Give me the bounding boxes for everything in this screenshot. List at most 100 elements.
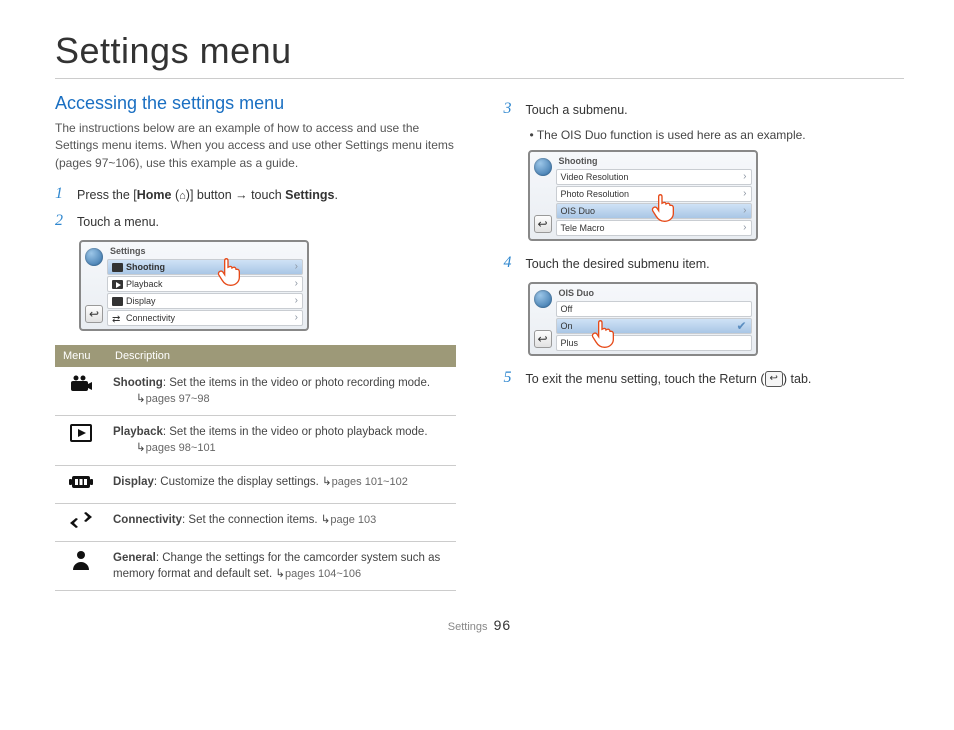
step-text: Touch the desired submenu item. [526, 255, 710, 274]
back-icon[interactable]: ↩ [85, 305, 103, 323]
device-title: Shooting [554, 154, 754, 168]
t: The OIS Duo function is used here as an … [537, 128, 806, 142]
t: . [334, 188, 337, 202]
arrow-hook-icon: ↳ [275, 568, 285, 580]
gear-icon [534, 158, 552, 176]
page-ref: pages 97~98 [146, 393, 210, 405]
step-number: 1 [55, 186, 69, 202]
label: Shooting [126, 262, 165, 272]
submenu-ois-duo[interactable]: OIS Duo › [556, 203, 752, 219]
menu-item-shooting[interactable]: Shooting › [107, 259, 303, 275]
label: Off [561, 304, 573, 314]
page-ref: pages 98~101 [146, 442, 216, 454]
gear-icon [534, 290, 552, 308]
step-number: 2 [55, 213, 69, 229]
play-icon [112, 280, 123, 289]
row-name: Shooting [113, 377, 163, 389]
step-2: 2 Touch a menu. [55, 213, 456, 232]
device-title: Settings [105, 244, 305, 258]
footer-label: Settings [448, 621, 488, 633]
menu-item-connectivity[interactable]: Connectivity › [107, 310, 303, 326]
page-ref: page 103 [330, 514, 376, 526]
person-icon [72, 550, 90, 574]
return-icon: ↩ [765, 371, 783, 387]
row-desc: : Set the items in the video or photo re… [163, 377, 430, 389]
connectivity-icon [112, 314, 123, 323]
page-footer: Settings 96 [55, 617, 904, 633]
option-on[interactable]: On ✔ [556, 318, 752, 334]
submenu-photo-resolution[interactable]: Photo Resolution › [556, 186, 752, 202]
menu-item-playback[interactable]: Playback › [107, 276, 303, 292]
chevron-right-icon: › [295, 261, 298, 272]
chevron-right-icon: › [743, 205, 746, 216]
chevron-right-icon: › [295, 278, 298, 289]
step-3: 3 Touch a submenu. [504, 101, 905, 120]
step-text: Touch a menu. [77, 213, 159, 232]
row-name: General [113, 552, 156, 564]
step-number: 4 [504, 255, 518, 271]
label: Playback [126, 279, 163, 289]
table-row: Playback: Set the items in the video or … [55, 416, 456, 465]
step-5: 5 To exit the menu setting, touch the Re… [504, 370, 905, 389]
chevron-right-icon: › [295, 312, 298, 323]
t: Home [137, 188, 172, 202]
check-icon: ✔ [736, 319, 746, 333]
table-row: General: Change the settings for the cam… [55, 541, 456, 590]
display-icon [69, 474, 93, 494]
label: Display [126, 296, 156, 306]
chevron-right-icon: › [743, 171, 746, 182]
menu-description-table: Menu Description Shooting: Set the items… [55, 345, 456, 592]
page-ref: pages 104~106 [285, 568, 361, 580]
step-3-sub: • The OIS Duo function is used here as a… [530, 128, 905, 142]
table-row: Connectivity: Set the connection items. … [55, 503, 456, 541]
submenu-video-resolution[interactable]: Video Resolution › [556, 169, 752, 185]
gear-icon [85, 248, 103, 266]
arrow-hook-icon: ↳ [322, 476, 332, 488]
menu-item-display[interactable]: Display › [107, 293, 303, 309]
chevron-right-icon: › [295, 295, 298, 306]
row-name: Display [113, 476, 154, 488]
label: On [561, 321, 573, 331]
device-title: OIS Duo [554, 286, 754, 300]
row-desc: : Set the items in the video or photo pl… [163, 426, 428, 438]
step-text: Touch a submenu. [526, 101, 628, 120]
th-description: Description [107, 345, 456, 367]
page-ref: pages 101~102 [332, 476, 408, 488]
step-number: 3 [504, 101, 518, 117]
label: OIS Duo [561, 206, 596, 216]
connectivity-icon [69, 512, 93, 532]
label: Plus [561, 338, 579, 348]
label: Tele Macro [561, 223, 605, 233]
th-menu: Menu [55, 345, 107, 367]
label: Photo Resolution [561, 189, 630, 199]
step-4: 4 Touch the desired submenu item. [504, 255, 905, 274]
arrow-hook-icon: ↳ [136, 393, 146, 405]
label: Connectivity [126, 313, 175, 323]
back-icon[interactable]: ↩ [534, 330, 552, 348]
t: ( [171, 188, 179, 202]
option-plus[interactable]: Plus [556, 335, 752, 351]
row-desc: : Customize the display settings. [154, 476, 322, 488]
chevron-right-icon: › [743, 188, 746, 199]
row-name: Connectivity [113, 514, 182, 526]
step-text: To exit the menu setting, touch the Retu… [526, 370, 812, 389]
camcorder-icon [69, 375, 93, 397]
display-icon [112, 297, 123, 306]
title-divider [55, 78, 904, 79]
page-number: 96 [494, 617, 512, 633]
camcorder-icon [112, 263, 123, 272]
intro-text: The instructions below are an example of… [55, 120, 456, 172]
t: Settings [285, 188, 334, 202]
step-1: 1 Press the [Home (⌂)] button → touch Se… [55, 186, 456, 205]
option-off[interactable]: Off [556, 301, 752, 317]
t: ) tab. [783, 372, 812, 386]
home-icon: ⌂ [179, 190, 186, 202]
back-icon[interactable]: ↩ [534, 215, 552, 233]
arrow-hook-icon: ↳ [136, 442, 146, 454]
submenu-tele-macro[interactable]: Tele Macro› [556, 220, 752, 236]
arrow-hook-icon: ↳ [321, 514, 331, 526]
device-screenshot-shooting: ↩ Shooting Video Resolution › Photo Resol… [528, 150, 758, 241]
step-text: Press the [Home (⌂)] button → touch Sett… [77, 186, 338, 205]
label: Video Resolution [561, 172, 629, 182]
play-icon [70, 424, 92, 446]
